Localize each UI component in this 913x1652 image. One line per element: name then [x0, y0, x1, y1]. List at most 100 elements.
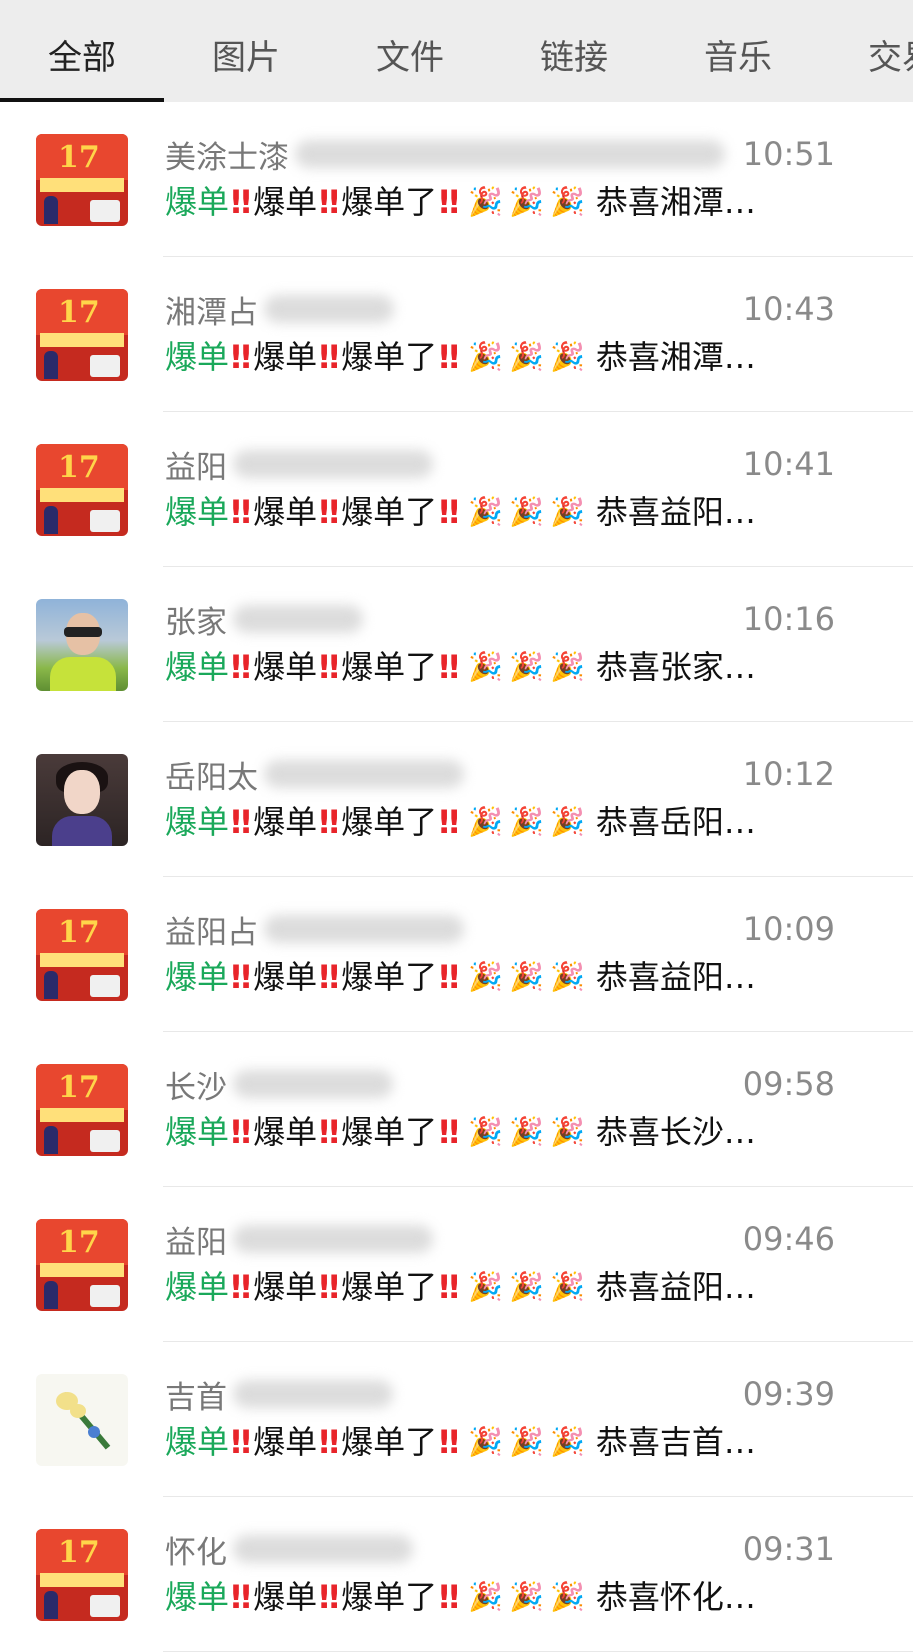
double-exclamation-icon: ‼ [319, 1578, 339, 1616]
chat-row[interactable]: 17 益阳 09:46 爆单 ‼ 爆单 ‼ 爆单了 ‼ 🎉 🎉 🎉 恭喜 益阳… [0, 1187, 913, 1342]
highlight-keyword: 爆单 [165, 958, 230, 996]
chat-row[interactable]: 17 怀化 09:31 爆单 ‼ 爆单 ‼ 爆单了 ‼ 🎉 🎉 🎉 恭喜 怀化… [0, 1497, 913, 1652]
poster-caption [40, 953, 124, 967]
chat-name-text: 长沙 [165, 1069, 227, 1106]
party-popper-icon: 🎉 [509, 650, 544, 683]
party-popper-icon: 🎉 [509, 340, 544, 373]
chat-row[interactable]: 17 湘潭占 10:43 爆单 ‼ 爆单 ‼ 爆单了 ‼ 🎉 🎉 🎉 恭喜 湘潭… [0, 257, 913, 412]
avatar[interactable] [36, 599, 128, 691]
highlight-keyword: 爆单 [165, 1578, 230, 1616]
chat-name: 长沙 [165, 1062, 393, 1106]
party-icons: 🎉 🎉 🎉 [465, 180, 588, 224]
chat-row[interactable]: 17 益阳占 10:09 爆单 ‼ 爆单 ‼ 爆单了 ‼ 🎉 🎉 🎉 恭喜 益阳… [0, 877, 913, 1032]
avatar[interactable]: 17 [36, 134, 128, 226]
redacted-name [264, 915, 464, 943]
chat-name: 怀化 [165, 1527, 413, 1571]
redacted-name [233, 450, 433, 478]
chat-row[interactable]: 岳阳太 10:12 爆单 ‼ 爆单 ‼ 爆单了 ‼ 🎉 🎉 🎉 恭喜 岳阳… [0, 722, 913, 877]
message-prefix: 恭喜 [595, 493, 660, 531]
tab-images[interactable]: 图片 [164, 0, 328, 102]
party-icons: 🎉 🎉 🎉 [465, 335, 588, 379]
party-popper-icon: 🎉 [468, 650, 504, 683]
message-preview: 爆单 ‼ 爆单 ‼ 爆单了 ‼ 🎉 🎉 🎉 恭喜 湘潭… [165, 180, 756, 224]
party-popper-icon: 🎉 [549, 185, 585, 218]
flower-bloom [70, 1404, 86, 1418]
double-exclamation-icon: ‼ [231, 958, 251, 996]
avatar[interactable]: 17 [36, 289, 128, 381]
message-word: 爆单 [253, 958, 318, 996]
party-popper-icon: 🎉 [468, 1115, 504, 1148]
message-preview: 爆单 ‼ 爆单 ‼ 爆单了 ‼ 🎉 🎉 🎉 恭喜 怀化… [165, 1575, 756, 1619]
chat-name: 张家 [165, 597, 363, 641]
tab-links[interactable]: 链接 [492, 0, 656, 102]
message-word: 爆单 [253, 1423, 318, 1461]
chat-time: 09:31 [742, 1530, 835, 1568]
message-word: 爆单 [253, 338, 318, 376]
poster-number: 17 [58, 295, 100, 330]
party-popper-icon: 🎉 [468, 1580, 504, 1613]
party-icons: 🎉 🎉 🎉 [465, 490, 588, 534]
double-exclamation-icon: ‼ [231, 1423, 251, 1461]
tab-all[interactable]: 全部 [0, 0, 164, 102]
chat-row[interactable]: 17 益阳 10:41 爆单 ‼ 爆单 ‼ 爆单了 ‼ 🎉 🎉 🎉 恭喜 益阳… [0, 412, 913, 567]
message-word: 爆单了 [341, 1578, 438, 1616]
message-preview: 爆单 ‼ 爆单 ‼ 爆单了 ‼ 🎉 🎉 🎉 恭喜 益阳… [165, 955, 756, 999]
party-icons: 🎉 🎉 🎉 [465, 1110, 588, 1154]
redacted-name [233, 1380, 393, 1408]
chat-time: 10:09 [742, 910, 835, 948]
photo-shirt [52, 816, 112, 846]
chat-row[interactable]: 张家 10:16 爆单 ‼ 爆单 ‼ 爆单了 ‼ 🎉 🎉 🎉 恭喜 张家… [0, 567, 913, 722]
double-exclamation-icon: ‼ [231, 803, 251, 841]
double-exclamation-icon: ‼ [439, 958, 459, 996]
chat-row[interactable]: 17 美涂士漆 10:51 爆单 ‼ 爆单 ‼ 爆单了 ‼ 🎉 🎉 🎉 恭喜 湘潭… [0, 102, 913, 257]
message-place: 岳阳… [659, 803, 756, 841]
party-popper-icon: 🎉 [549, 805, 585, 838]
message-preview: 爆单 ‼ 爆单 ‼ 爆单了 ‼ 🎉 🎉 🎉 恭喜 吉首… [165, 1420, 756, 1464]
chat-name-text: 湘潭占 [165, 294, 258, 331]
poster-number: 17 [58, 1070, 100, 1105]
poster-caption [40, 1263, 124, 1277]
chat-row[interactable]: 吉首 09:39 爆单 ‼ 爆单 ‼ 爆单了 ‼ 🎉 🎉 🎉 恭喜 吉首… [0, 1342, 913, 1497]
chat-row[interactable]: 17 长沙 09:58 爆单 ‼ 爆单 ‼ 爆单了 ‼ 🎉 🎉 🎉 恭喜 长沙… [0, 1032, 913, 1187]
message-word: 爆单 [253, 648, 318, 686]
double-exclamation-icon: ‼ [319, 648, 339, 686]
chat-list: 17 美涂士漆 10:51 爆单 ‼ 爆单 ‼ 爆单了 ‼ 🎉 🎉 🎉 恭喜 湘潭… 17 湘潭占 10:43 爆… [0, 102, 913, 1652]
chat-name-text: 张家 [165, 604, 227, 641]
party-icons: 🎉 🎉 🎉 [465, 1265, 588, 1309]
poster-figure [44, 506, 58, 534]
double-exclamation-icon: ‼ [319, 1268, 339, 1306]
highlight-keyword: 爆单 [165, 648, 230, 686]
avatar[interactable] [36, 1374, 128, 1466]
double-exclamation-icon: ‼ [231, 648, 251, 686]
double-exclamation-icon: ‼ [319, 803, 339, 841]
party-icons: 🎉 🎉 🎉 [465, 800, 588, 844]
message-word: 爆单了 [341, 493, 438, 531]
message-prefix: 恭喜 [595, 1113, 660, 1151]
party-popper-icon: 🎉 [509, 1115, 544, 1148]
message-place: 湘潭… [659, 183, 756, 221]
tab-music[interactable]: 音乐 [656, 0, 820, 102]
double-exclamation-icon: ‼ [319, 493, 339, 531]
party-popper-icon: 🎉 [549, 495, 585, 528]
avatar[interactable]: 17 [36, 1064, 128, 1156]
message-word: 爆单了 [341, 648, 438, 686]
message-prefix: 恭喜 [595, 1268, 660, 1306]
avatar[interactable]: 17 [36, 909, 128, 1001]
poster-figure [44, 971, 58, 999]
chat-name: 湘潭占 [165, 287, 394, 331]
avatar[interactable]: 17 [36, 1529, 128, 1621]
avatar[interactable]: 17 [36, 1219, 128, 1311]
avatar[interactable] [36, 754, 128, 846]
party-popper-icon: 🎉 [468, 1270, 504, 1303]
highlight-keyword: 爆单 [165, 183, 230, 221]
chat-name: 益阳占 [165, 907, 464, 951]
double-exclamation-icon: ‼ [439, 183, 459, 221]
message-prefix: 恭喜 [595, 338, 660, 376]
party-popper-icon: 🎉 [509, 1270, 544, 1303]
party-popper-icon: 🎉 [549, 1115, 585, 1148]
tab-transactions[interactable]: 交易 [820, 0, 913, 102]
poster-product [90, 200, 120, 222]
avatar[interactable]: 17 [36, 444, 128, 536]
tab-files[interactable]: 文件 [328, 0, 492, 102]
chat-name: 岳阳太 [165, 752, 464, 796]
